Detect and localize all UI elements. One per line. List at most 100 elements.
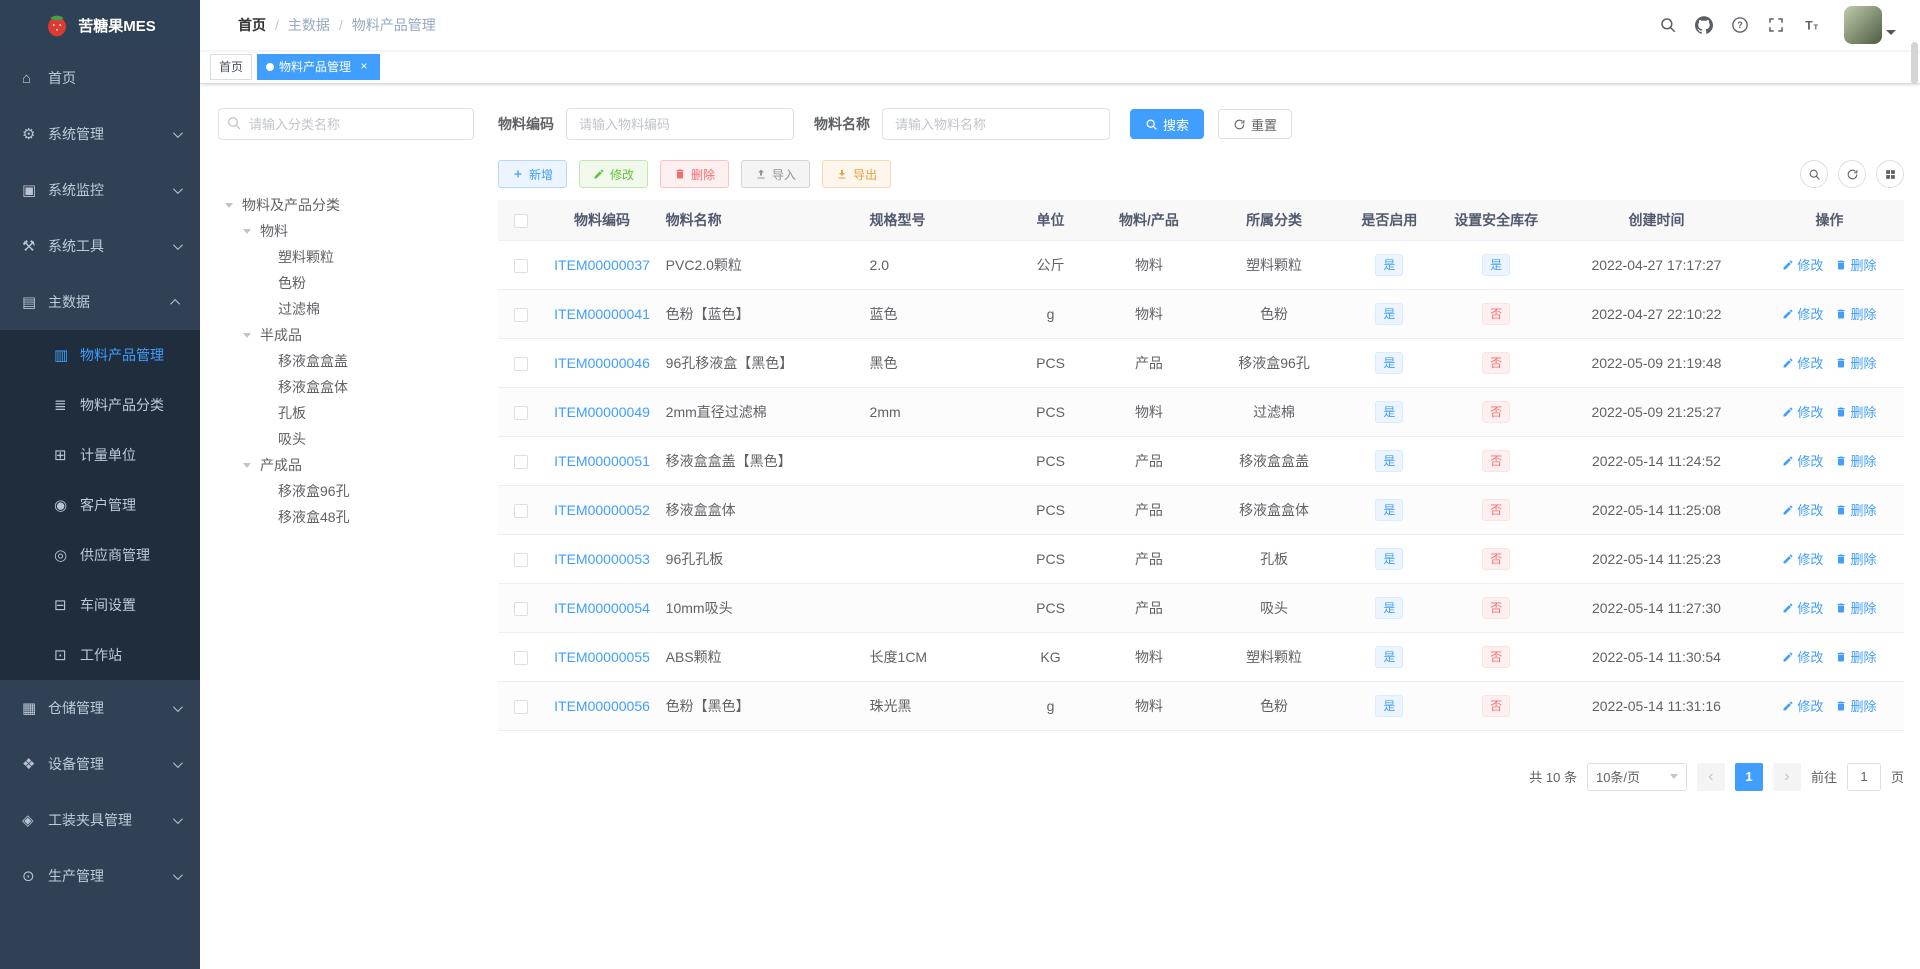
search-button[interactable]: 搜索 — [1130, 109, 1205, 139]
sidebar-item[interactable]: ⌂ 首页 — [0, 50, 200, 106]
tree-node[interactable]: 产成品 — [218, 452, 474, 478]
row-checkbox[interactable] — [514, 307, 529, 322]
tree-node[interactable]: 过滤棉 — [218, 296, 474, 322]
item-code-link[interactable]: ITEM00000037 — [554, 257, 650, 273]
row-edit-button[interactable]: 修改 — [1782, 598, 1823, 617]
row-checkbox[interactable] — [514, 503, 529, 518]
row-edit-button[interactable]: 修改 — [1782, 500, 1823, 519]
row-delete-button[interactable]: 删除 — [1835, 549, 1876, 568]
column-header[interactable]: 设置安全库存 — [1434, 200, 1559, 241]
sidebar-subitem[interactable]: ⊞ 计量单位 — [0, 430, 200, 480]
material-code-input[interactable] — [566, 108, 794, 140]
row-edit-button[interactable]: 修改 — [1782, 549, 1823, 568]
close-icon[interactable]: × — [357, 59, 371, 74]
row-delete-button[interactable]: 删除 — [1835, 696, 1876, 715]
item-code-link[interactable]: ITEM00000053 — [554, 551, 650, 567]
font-size-icon[interactable]: TT — [1802, 15, 1822, 35]
item-code-link[interactable]: ITEM00000051 — [554, 453, 650, 469]
row-checkbox[interactable] — [514, 699, 529, 714]
delete-button[interactable]: 删除 — [660, 160, 730, 188]
row-checkbox[interactable] — [514, 405, 529, 420]
sidebar-item[interactable]: ▤ 主数据 — [0, 274, 200, 330]
column-header[interactable]: 物料/产品 — [1094, 200, 1204, 241]
import-button[interactable]: 导入 — [741, 160, 811, 188]
fullscreen-icon[interactable] — [1766, 15, 1786, 35]
column-header[interactable]: 创建时间 — [1558, 200, 1755, 241]
column-header[interactable]: 物料编码 — [544, 200, 660, 241]
row-checkbox[interactable] — [514, 356, 529, 371]
row-checkbox[interactable] — [514, 552, 529, 567]
item-code-link[interactable]: ITEM00000054 — [554, 600, 650, 616]
row-delete-button[interactable]: 删除 — [1835, 353, 1876, 372]
github-icon[interactable] — [1694, 15, 1714, 35]
refresh-button[interactable] — [1838, 160, 1866, 188]
row-checkbox[interactable] — [514, 650, 529, 665]
tree-node[interactable]: 色粉 — [218, 270, 474, 296]
item-code-link[interactable]: ITEM00000052 — [554, 502, 650, 518]
goto-page-input[interactable] — [1846, 762, 1881, 791]
prev-page-button[interactable] — [1696, 762, 1725, 791]
next-page-button[interactable] — [1772, 762, 1801, 791]
row-edit-button[interactable]: 修改 — [1782, 647, 1823, 666]
row-edit-button[interactable]: 修改 — [1782, 451, 1823, 470]
export-button[interactable]: 导出 — [822, 160, 892, 188]
item-code-link[interactable]: ITEM00000041 — [554, 306, 650, 322]
tree-node[interactable]: 移液盒48孔 — [218, 504, 474, 530]
help-icon[interactable]: ? — [1730, 15, 1750, 35]
column-header[interactable]: 物料名称 — [659, 200, 864, 241]
select-all-checkbox[interactable] — [514, 213, 529, 228]
tree-node[interactable]: 物料及产品分类 — [218, 192, 474, 218]
page-size-select[interactable]: 10条/页 — [1586, 762, 1687, 791]
tree-node[interactable]: 塑料颗粒 — [218, 244, 474, 270]
row-checkbox[interactable] — [514, 601, 529, 616]
row-delete-button[interactable]: 删除 — [1835, 451, 1876, 470]
sidebar-subitem[interactable]: ⊟ 车间设置 — [0, 580, 200, 630]
column-header[interactable]: 是否启用 — [1344, 200, 1435, 241]
tree-node[interactable]: 移液盒96孔 — [218, 478, 474, 504]
sidebar-subitem[interactable]: ◎ 供应商管理 — [0, 530, 200, 580]
scrollbar-thumb[interactable] — [1911, 42, 1918, 84]
breadcrumb-item[interactable]: 首页 — [238, 15, 266, 35]
row-edit-button[interactable]: 修改 — [1782, 353, 1823, 372]
tab-active[interactable]: 物料产品管理 × — [257, 53, 381, 80]
tree-node[interactable]: 移液盒盒体 — [218, 374, 474, 400]
tree-node[interactable]: 吸头 — [218, 426, 474, 452]
row-edit-button[interactable]: 修改 — [1782, 696, 1823, 715]
material-name-input[interactable] — [882, 108, 1110, 140]
tab-inactive[interactable]: 首页 — [210, 53, 253, 80]
row-delete-button[interactable]: 删除 — [1835, 647, 1876, 666]
tree-node[interactable]: 物料 — [218, 218, 474, 244]
toggle-search-button[interactable] — [1800, 160, 1828, 188]
column-header[interactable]: 操作 — [1754, 200, 1904, 241]
page-1-button[interactable]: 1 — [1734, 762, 1763, 791]
sidebar-subitem[interactable]: ⊡ 工作站 — [0, 630, 200, 680]
sidebar-subitem[interactable]: ≣ 物料产品分类 — [0, 380, 200, 430]
row-edit-button[interactable]: 修改 — [1782, 304, 1823, 323]
row-edit-button[interactable]: 修改 — [1782, 255, 1823, 274]
app-logo[interactable]: 苦糖果MES — [0, 0, 200, 50]
search-icon[interactable] — [1658, 15, 1678, 35]
sidebar-item[interactable]: ⚙ 系统管理 — [0, 106, 200, 162]
row-checkbox[interactable] — [514, 258, 529, 273]
row-delete-button[interactable]: 删除 — [1835, 402, 1876, 421]
item-code-link[interactable]: ITEM00000055 — [554, 649, 650, 665]
column-header[interactable]: 单位 — [1006, 200, 1095, 241]
tree-node[interactable]: 半成品 — [218, 322, 474, 348]
row-delete-button[interactable]: 删除 — [1835, 304, 1876, 323]
column-header[interactable]: 所属分类 — [1203, 200, 1345, 241]
row-delete-button[interactable]: 删除 — [1835, 255, 1876, 274]
row-delete-button[interactable]: 删除 — [1835, 500, 1876, 519]
sidebar-item[interactable]: ⊙ 生产管理 — [0, 848, 200, 904]
sidebar-item[interactable]: ▦ 仓储管理 — [0, 680, 200, 736]
add-button[interactable]: 新增 — [498, 160, 568, 188]
reset-button[interactable]: 重置 — [1218, 109, 1293, 139]
sidebar-item[interactable]: ⚒ 系统工具 — [0, 218, 200, 274]
tree-node[interactable]: 移液盒盒盖 — [218, 348, 474, 374]
item-code-link[interactable]: ITEM00000049 — [554, 404, 650, 420]
row-checkbox[interactable] — [514, 454, 529, 469]
column-header[interactable]: 规格型号 — [863, 200, 1007, 241]
user-menu[interactable] — [1844, 6, 1896, 44]
row-edit-button[interactable]: 修改 — [1782, 402, 1823, 421]
sidebar-item[interactable]: ▣ 系统监控 — [0, 162, 200, 218]
item-code-link[interactable]: ITEM00000046 — [554, 355, 650, 371]
